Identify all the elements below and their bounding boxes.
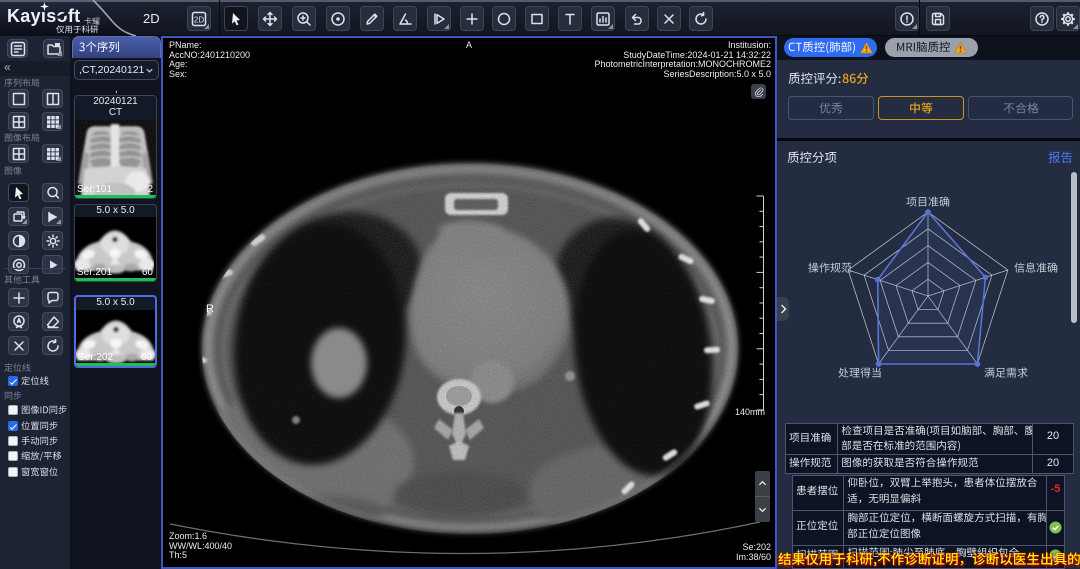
- svg-text:2D: 2D: [194, 15, 204, 24]
